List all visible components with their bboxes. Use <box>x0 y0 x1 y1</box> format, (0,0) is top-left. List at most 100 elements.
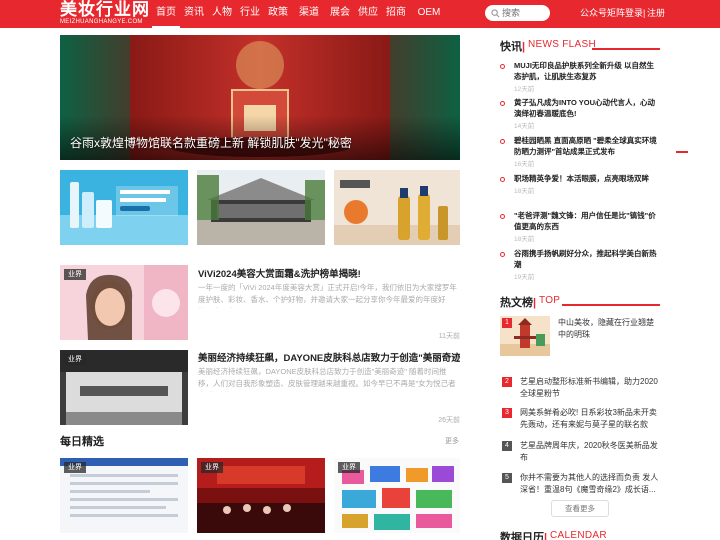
account-matrix-link[interactable]: 公众号矩阵 <box>580 0 625 28</box>
login-divider: | <box>643 8 646 18</box>
flash-item-title[interactable]: 职场精英争爱！本活眼膜，点亮眼场双眸 <box>514 173 660 184</box>
flash-item-title[interactable]: 碧桂园晒黑 直面高原晒 "碧柔全球真实环境防晒力测评"首站成果正式发布 <box>514 135 660 157</box>
flash-item[interactable]: 谷雨携手扬帆刷好分众，推起科学美白新热潮 19天前 <box>500 248 660 281</box>
article-image-2[interactable]: 业界 <box>60 350 188 425</box>
flash-item-title[interactable]: MUJI无印良品护肤系列全新升级 以自然生态护肌，让肌肤生态复苏 <box>514 60 660 82</box>
nav-item-1[interactable]: 资讯 <box>180 0 208 28</box>
hot-1-rank: 1 <box>502 318 512 328</box>
bullet-icon <box>500 252 505 257</box>
top-header: 美妆行业网 MEIZHUANGHANGYE.COM 首页 资讯 人物 行业 政策 渠道 展会… <box>0 0 720 28</box>
nav-item-9[interactable]: OEM <box>410 0 448 28</box>
article-1-title[interactable]: ViVi2024美容大赏面霜&洗护榜单揭晓! <box>198 266 460 280</box>
hot-item[interactable]: 3 网美系鲜肴必吹! 日系彩妆3新品未开卖先轰动，还有来妮与莫子星的联名款 <box>500 407 660 431</box>
logo-domain: MEIZHUANGHANGYE.COM <box>60 19 143 25</box>
nav-item-3[interactable]: 行业 <box>236 0 264 28</box>
flash-item[interactable]: 职场精英争爱！本活眼膜，点亮眼场双眸 18天前 <box>500 173 660 195</box>
slider-dot-3[interactable] <box>702 151 708 153</box>
nav-item-7[interactable]: 供应 <box>354 0 382 28</box>
flash-item-title[interactable]: "老爸评测"魏文锋：用户信任是比"镐钱"价值更高的东西 <box>514 210 660 232</box>
thumb-oil-product[interactable] <box>334 170 462 245</box>
skincare-ad-image <box>60 170 188 245</box>
news-flash-subtitle: NEWS FLASH <box>528 39 597 50</box>
flash-item[interactable]: MUJI无印良品护肤系列全新升级 以自然生态护肌，让肌肤生态复苏 12天前 <box>500 60 660 93</box>
slider-dot-0[interactable] <box>666 151 672 153</box>
flash-item-time: 19天前 <box>514 274 535 281</box>
article-2-desc: 美丽经济持续狂飙，DAYONE皮肤科总店致力于创造"美丽奇迹" 随着时间推移，人… <box>198 367 456 392</box>
slider-dot-2[interactable] <box>692 151 698 153</box>
bullet-icon <box>500 177 505 182</box>
pick-item-3[interactable]: 业界 <box>334 458 462 533</box>
pick-item-1[interactable]: 业界 <box>60 458 188 533</box>
hero-slider[interactable]: 谷雨x敦煌博物馆联名款重磅上新 解锁肌肤"发光"秘密 <box>60 35 460 160</box>
search-icon <box>491 8 500 17</box>
flash-item[interactable]: 黄子弘凡成为INTO YOU心动代言人，心动演绎初春温暖底色! 14天前 <box>500 97 660 130</box>
flash-item-time: 14天前 <box>514 123 535 130</box>
article-1-desc: 一年一度的「ViVi 2024年度美容大赏」正式开启!今年，我们依旧为大家搜罗年… <box>198 283 457 308</box>
hot-item-title[interactable]: 艺星品牌周年庆，2020秋冬医美新品发布 <box>520 440 660 464</box>
article-image-1[interactable]: 业界 <box>60 265 188 340</box>
logo-text: 美妆行业网 <box>60 0 150 20</box>
pick-item-2[interactable]: 业界 <box>197 458 325 533</box>
flash-item-title[interactable]: 黄子弘凡成为INTO YOU心动代言人，心动演绎初春温暖底色! <box>514 97 660 119</box>
bullet-icon <box>500 214 505 219</box>
news-flash-header: 快讯| NEWS FLASH <box>500 38 660 54</box>
building-image <box>197 170 325 245</box>
hot-item-title[interactable]: 网美系鲜肴必吹! 日系彩妆3新品未开卖先轰动，还有来妮与莫子星的联名款 <box>520 407 660 431</box>
flash-item[interactable]: "老爸评测"魏文锋：用户信任是比"镐钱"价值更高的东西 18天前 <box>500 210 660 243</box>
pick-1-tag[interactable]: 业界 <box>64 462 86 473</box>
flash-item-time: 18天前 <box>514 236 535 243</box>
hot-item-title[interactable]: 艺星启动整形标准新书编辑，助力2020全球星粉节 <box>520 376 660 400</box>
hot-item[interactable]: 2 艺星启动整形标准新书编辑，助力2020全球星粉节 <box>500 376 660 400</box>
search-box[interactable] <box>485 5 550 21</box>
calendar-title: 数据日历| <box>500 532 548 540</box>
nav-item-0[interactable]: 首页 <box>152 0 180 28</box>
hot-item-title[interactable]: 你并不需要为其他人的选择而负责 发人深省！重温8句《魔雪奇缘2》成长语... <box>520 472 660 496</box>
slider-dot-1[interactable] <box>676 151 688 153</box>
news-flash-title: 快讯| <box>500 41 526 53</box>
flash-item-time: 12天前 <box>514 86 535 93</box>
article-1-time: 11天前 <box>438 333 460 340</box>
flash-item-time: 16天前 <box>514 161 535 168</box>
news-flash-rule <box>592 48 660 50</box>
daily-picks-title: 每日精选 <box>60 436 104 448</box>
hot-item-rank: 3 <box>502 408 512 418</box>
pick-2-tag[interactable]: 业界 <box>201 462 223 473</box>
daily-picks-more-link[interactable]: 更多 <box>445 436 459 446</box>
flash-item-title[interactable]: 谷雨携手扬帆刷好分众，推起科学美白新热潮 <box>514 248 660 270</box>
article-1-tag[interactable]: 业界 <box>64 269 86 280</box>
bullet-icon <box>500 139 505 144</box>
pick-3-tag[interactable]: 业界 <box>338 462 360 473</box>
login-link[interactable]: 登录 <box>625 0 643 28</box>
hero-caption[interactable]: 谷雨x敦煌博物馆联名款重磅上新 解锁肌肤"发光"秘密 <box>70 134 352 151</box>
article-2-time: 26天前 <box>438 417 460 424</box>
hot-articles-header: 热文榜| TOP <box>500 294 660 310</box>
hot-articles-rule <box>562 304 660 306</box>
bullet-icon <box>500 101 505 106</box>
search-input[interactable] <box>502 8 548 18</box>
flash-item[interactable]: 碧桂园晒黑 直面高原晒 "碧柔全球真实环境防晒力测评"首站成果正式发布 16天前 <box>500 135 660 168</box>
thumb-skincare-ad[interactable] <box>60 170 188 245</box>
oil-product-image <box>334 170 460 245</box>
main-nav: 首页 资讯 人物 行业 政策 渠道 展会 供应 招商 OEM <box>152 0 448 28</box>
hot-1-title[interactable]: 中山美妆，隐藏在行业翘楚中的明珠 <box>558 317 658 341</box>
hot-item[interactable]: 4 艺星品牌周年庆，2020秋冬医美新品发布 <box>500 440 660 464</box>
hot-item-rank: 5 <box>502 473 512 483</box>
nav-item-4[interactable]: 政策 <box>264 0 292 28</box>
article-2-tag[interactable]: 业界 <box>64 354 86 365</box>
thumb-building[interactable] <box>197 170 325 245</box>
nav-item-8[interactable]: 招商 <box>382 0 410 28</box>
hot-articles-title: 热文榜| <box>500 297 537 309</box>
site-logo[interactable]: 美妆行业网 MEIZHUANGHANGYE.COM <box>60 1 150 26</box>
article-2-title[interactable]: 美丽经济持续狂飙，DAYONE皮肤科总店致力于创造"美丽奇迹" <box>198 350 460 364</box>
hot-item[interactable]: 5 你并不需要为其他人的选择而负责 发人深省！重温8句《魔雪奇缘2》成长语... <box>500 472 660 496</box>
nav-item-2[interactable]: 人物 <box>208 0 236 28</box>
view-more-button[interactable]: 查看更多 <box>551 500 609 517</box>
slider-dots <box>662 151 708 153</box>
bullet-icon <box>500 64 505 69</box>
calendar-subtitle: CALENDAR <box>550 530 607 540</box>
nav-item-6[interactable]: 展会 <box>326 0 354 28</box>
register-link[interactable]: 注册 <box>647 0 665 28</box>
nav-item-5[interactable]: 渠道 <box>292 0 326 28</box>
hot-articles-subtitle: TOP <box>539 295 561 306</box>
flash-item-time: 18天前 <box>514 188 535 195</box>
